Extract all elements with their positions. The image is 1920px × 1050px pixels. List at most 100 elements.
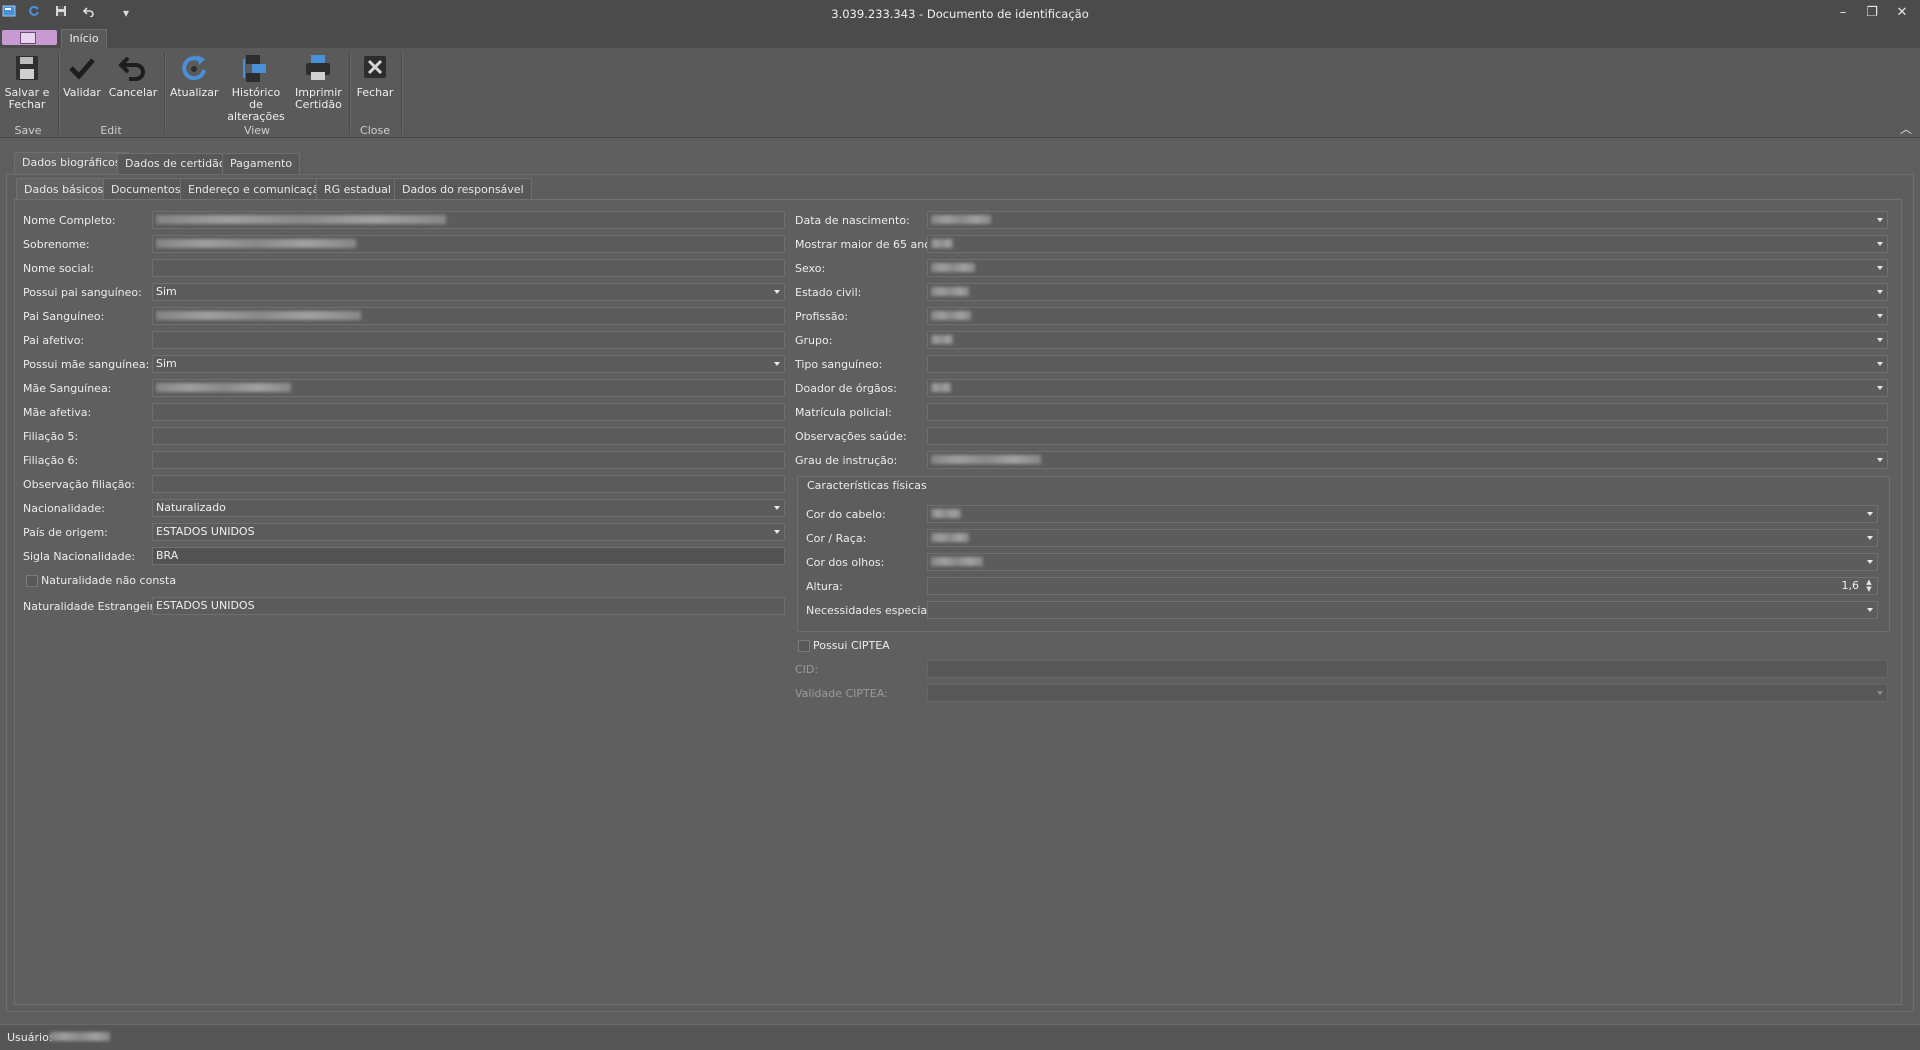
save-and-close-button[interactable]: Salvar e Fechar bbox=[2, 52, 52, 111]
app-menu-button[interactable] bbox=[2, 30, 57, 45]
group-separator bbox=[349, 52, 351, 134]
mae-sanguinea-field[interactable] bbox=[152, 379, 785, 397]
maior-65-label: Mostrar maior de 65 anos: bbox=[795, 238, 941, 251]
cid-label: CID: bbox=[795, 663, 819, 676]
filiacao6-field[interactable] bbox=[152, 451, 785, 469]
grupo-label: Grupo: bbox=[795, 334, 833, 347]
sobrenome-field[interactable] bbox=[152, 235, 785, 253]
grupo-select[interactable] bbox=[927, 331, 1888, 349]
data-nascimento-select[interactable] bbox=[927, 211, 1888, 229]
ribbon: Salvar e Fechar Validar Cancelar Atualiz… bbox=[0, 48, 1920, 138]
profissao-select[interactable] bbox=[927, 307, 1888, 325]
matricula-policial-field[interactable] bbox=[927, 403, 1888, 421]
redacted-value bbox=[931, 263, 975, 272]
possui-pai-select[interactable]: Sim bbox=[152, 283, 785, 301]
chevron-down-icon bbox=[1877, 314, 1883, 318]
estado-civil-select[interactable] bbox=[927, 283, 1888, 301]
chevron-down-icon bbox=[1877, 386, 1883, 390]
pai-sanguineo-label: Pai Sanguíneo: bbox=[23, 310, 105, 323]
altura-spin-field[interactable]: 1,6 ▲ ▼ bbox=[927, 577, 1878, 595]
redacted-value bbox=[931, 533, 969, 542]
naturalidade-estrangeira-field[interactable]: ESTADOS UNIDOS bbox=[152, 597, 785, 615]
status-bar: Usuário: bbox=[0, 1024, 1920, 1050]
validade-ciptea-select[interactable] bbox=[927, 684, 1888, 702]
chevron-down-icon bbox=[1867, 512, 1873, 516]
possui-pai-label: Possui pai sanguíneo: bbox=[23, 286, 142, 299]
pai-sanguineo-field[interactable] bbox=[152, 307, 785, 325]
chevron-down-icon bbox=[1877, 290, 1883, 294]
tab-dados-biograficos[interactable]: Dados biográficos bbox=[14, 152, 129, 175]
cor-cabelo-label: Cor do cabelo: bbox=[806, 508, 886, 521]
chevron-down-icon bbox=[774, 290, 780, 294]
chevron-down-icon bbox=[1877, 691, 1883, 695]
group-separator bbox=[401, 52, 403, 134]
filiacao6-label: Filiação 6: bbox=[23, 454, 79, 467]
close-icon[interactable]: ✕ bbox=[1889, 4, 1915, 22]
obs-saude-label: Observações saúde: bbox=[795, 430, 907, 443]
nacionalidade-select[interactable]: Naturalizado bbox=[152, 499, 785, 517]
tab-rg-estadual[interactable]: RG estadual bbox=[316, 178, 399, 201]
mae-afetiva-field[interactable] bbox=[152, 403, 785, 421]
possui-mae-select[interactable]: Sim bbox=[152, 355, 785, 373]
tab-documentos[interactable]: Documentos bbox=[103, 178, 189, 201]
chevron-down-icon bbox=[1877, 362, 1883, 366]
possui-ciptea-label: Possui CIPTEA bbox=[813, 639, 890, 652]
cor-olhos-select[interactable] bbox=[927, 553, 1878, 571]
chevron-down-icon bbox=[1877, 218, 1883, 222]
doador-orgaos-label: Doador de órgãos: bbox=[795, 382, 897, 395]
pais-origem-select[interactable]: ESTADOS UNIDOS bbox=[152, 523, 785, 541]
save-icon bbox=[16, 56, 38, 80]
obs-saude-field[interactable] bbox=[927, 427, 1888, 445]
naturalidade-nao-consta-checkbox[interactable] bbox=[26, 575, 38, 587]
validate-button[interactable]: Validar bbox=[62, 52, 102, 99]
redacted-value bbox=[931, 239, 953, 248]
close-icon bbox=[364, 56, 386, 78]
minimize-icon[interactable]: – bbox=[1830, 4, 1856, 22]
obs-filiacao-field[interactable] bbox=[152, 475, 785, 493]
tab-endereco-comunicacao[interactable]: Endereço e comunicação bbox=[180, 178, 335, 201]
mae-sanguinea-label: Mãe Sanguínea: bbox=[23, 382, 112, 395]
close-button[interactable]: Fechar bbox=[354, 52, 396, 99]
tab-pagamento[interactable]: Pagamento bbox=[222, 153, 301, 175]
collapse-ribbon-icon[interactable]: ︿ bbox=[1900, 120, 1912, 137]
tab-dados-certidao[interactable]: Dados de certidão bbox=[117, 153, 234, 175]
cor-cabelo-select[interactable] bbox=[927, 505, 1878, 523]
sexo-select[interactable] bbox=[927, 259, 1888, 277]
ribbon-tab-bar: Início bbox=[0, 28, 1920, 49]
tab-dados-basicos[interactable]: Dados básicos bbox=[16, 178, 112, 201]
necessidades-select[interactable] bbox=[927, 601, 1878, 619]
chevron-down-icon bbox=[1877, 266, 1883, 270]
title-bar: ▾ 3.039.233.343 - Documento de identific… bbox=[0, 0, 1920, 28]
cancel-button[interactable]: Cancelar bbox=[108, 52, 158, 99]
cid-field[interactable] bbox=[927, 660, 1888, 678]
tab-dados-responsavel[interactable]: Dados do responsável bbox=[394, 178, 532, 201]
tipo-sanguineo-select[interactable] bbox=[927, 355, 1888, 373]
restore-icon[interactable]: ❐ bbox=[1859, 4, 1885, 22]
maior-65-select[interactable] bbox=[927, 235, 1888, 253]
refresh-button[interactable]: Atualizar bbox=[170, 52, 219, 99]
doador-orgaos-select[interactable] bbox=[927, 379, 1888, 397]
pai-afetivo-field[interactable] bbox=[152, 331, 785, 349]
spin-arrows-icon[interactable]: ▲ ▼ bbox=[1865, 579, 1873, 593]
nome-social-field[interactable] bbox=[152, 259, 785, 277]
sobrenome-label: Sobrenome: bbox=[23, 238, 90, 251]
filiacao5-field[interactable] bbox=[152, 427, 785, 445]
ribbon-tab-inicio[interactable]: Início bbox=[61, 29, 107, 49]
print-certificate-button[interactable]: Imprimir Certidão bbox=[292, 52, 344, 111]
chevron-down-icon bbox=[774, 506, 780, 510]
mae-afetiva-label: Mãe afetiva: bbox=[23, 406, 92, 419]
nome-completo-field[interactable] bbox=[152, 211, 785, 229]
possui-mae-label: Possui mãe sanguínea: bbox=[23, 358, 150, 371]
chevron-down-icon bbox=[1867, 560, 1873, 564]
cor-raca-select[interactable] bbox=[927, 529, 1878, 547]
data-nascimento-label: Data de nascimento: bbox=[795, 214, 910, 227]
group-label-close: Close bbox=[360, 124, 390, 137]
sigla-nacionalidade-field[interactable]: BRA bbox=[152, 547, 785, 565]
grau-instrucao-label: Grau de instrução: bbox=[795, 454, 898, 467]
refresh-icon bbox=[182, 55, 206, 81]
sexo-label: Sexo: bbox=[795, 262, 826, 275]
possui-ciptea-checkbox[interactable] bbox=[798, 640, 810, 652]
redacted-value bbox=[931, 383, 951, 392]
grau-instrucao-select[interactable] bbox=[927, 451, 1888, 469]
history-button[interactable]: Histórico de alterações bbox=[224, 52, 288, 123]
